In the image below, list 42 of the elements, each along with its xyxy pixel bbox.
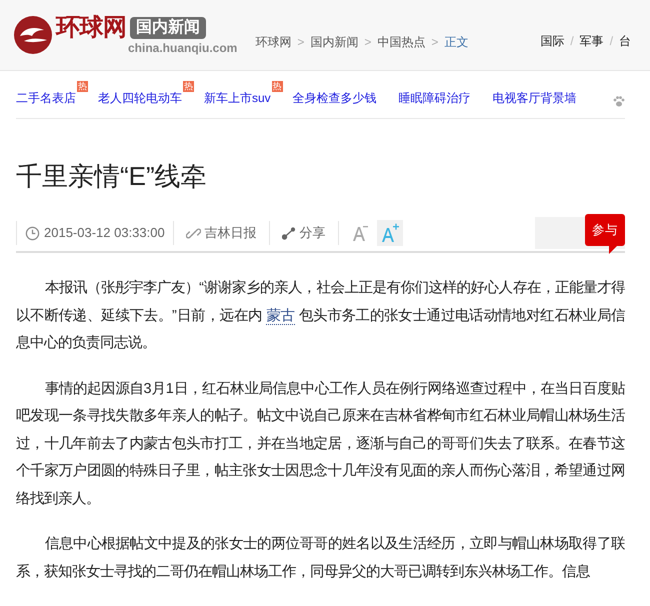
nav-link[interactable]: 台 <box>619 32 632 50</box>
hot-link[interactable]: 老人四轮电动车 <box>98 88 182 106</box>
hot-link[interactable]: 全身检查多少钱 <box>292 88 377 106</box>
share-icon <box>282 226 296 240</box>
breadcrumb-separator: > <box>297 34 304 51</box>
breadcrumb-link[interactable]: 国内新闻 <box>310 33 358 51</box>
hot-badge: 热 <box>183 80 194 92</box>
nav-link[interactable]: 国际 <box>540 32 564 50</box>
article-paragraph: 事情的起因源自3月1日，红石林业局信息中心工作人员在例行网络巡查过程中，在当日百度贴吧发现一条寻找失散多年亲人的帖子。帖文中说自己原来在吉林省桦甸市红石林业局帽山林场生活过，十几年前去了内蒙古包头市打工，并在当地定居，逐渐与自己的哥哥们失去了联系。在春节这个千家万户团圆的特殊日子里，帖主张女士因思念十几年没有见面的亲人而伤心落泪，希望通过网络找到亲人。 <box>16 380 625 508</box>
article-paragraph: 信息中心根据帖文中提及的张女士的两位哥哥的姓名以及生活经历，立即与帽山林场取得了联系，获知张女士寻找的二哥仍在帽山林场工作，同母异父的大哥已调转到东兴林场工作。信息 <box>16 534 625 582</box>
publish-date: 2015-03-12 03:33:00 <box>44 224 165 242</box>
hot-badge: 热 <box>272 80 283 92</box>
brand-name: 环球网 <box>56 16 126 40</box>
article-paragraph: 本报讯（张彤宇李广友）“谢谢家乡的亲人，社会上正是有你们这样的好心人存在，正能量才得以不断传递、延续下去。”日前，远在内 蒙古 包头市务工的张女士通过电话动情地对红石林业局信息中心的负责同志说。 <box>16 278 625 353</box>
font-larger-icon <box>380 223 400 243</box>
link-icon <box>186 226 201 240</box>
font-larger-button[interactable] <box>376 220 403 246</box>
nav-separator: / <box>570 33 574 50</box>
domain-text: china.huanqiu.com <box>127 42 238 54</box>
breadcrumb-link[interactable]: 正文 <box>444 33 468 51</box>
breadcrumb-link[interactable]: 环球网 <box>255 33 292 51</box>
globe-logo-icon <box>14 16 52 54</box>
nav-link[interactable]: 军事 <box>580 32 604 50</box>
hot-link[interactable]: 睡眠障碍治疗 <box>398 88 471 106</box>
breadcrumb-separator: > <box>431 34 438 51</box>
clock-icon <box>25 226 40 240</box>
font-smaller-icon[interactable] <box>350 224 369 242</box>
breadcrumb-link[interactable]: 中国热点 <box>377 33 426 51</box>
hot-link[interactable]: 二手名表店 <box>16 88 76 106</box>
channel-label: 国内新闻 <box>130 17 206 39</box>
hot-link[interactable]: 电视客厅背景墙 <box>492 88 577 106</box>
hot-link[interactable]: 新车上市suv <box>204 88 271 106</box>
share-button[interactable]: 分享 <box>268 221 338 245</box>
breadcrumb-separator: > <box>364 34 372 51</box>
source-name: 吉林日报 <box>204 224 257 242</box>
keyword-link[interactable]: 蒙古 <box>266 308 295 324</box>
paw-icon <box>613 96 625 107</box>
hot-badge: 热 <box>77 80 88 92</box>
join-button[interactable]: 参与 <box>585 214 625 246</box>
nav-separator: / <box>610 33 614 50</box>
article-title: 千里亲情“E”线牵 <box>16 160 208 193</box>
bubble-tail-icon <box>609 246 617 254</box>
